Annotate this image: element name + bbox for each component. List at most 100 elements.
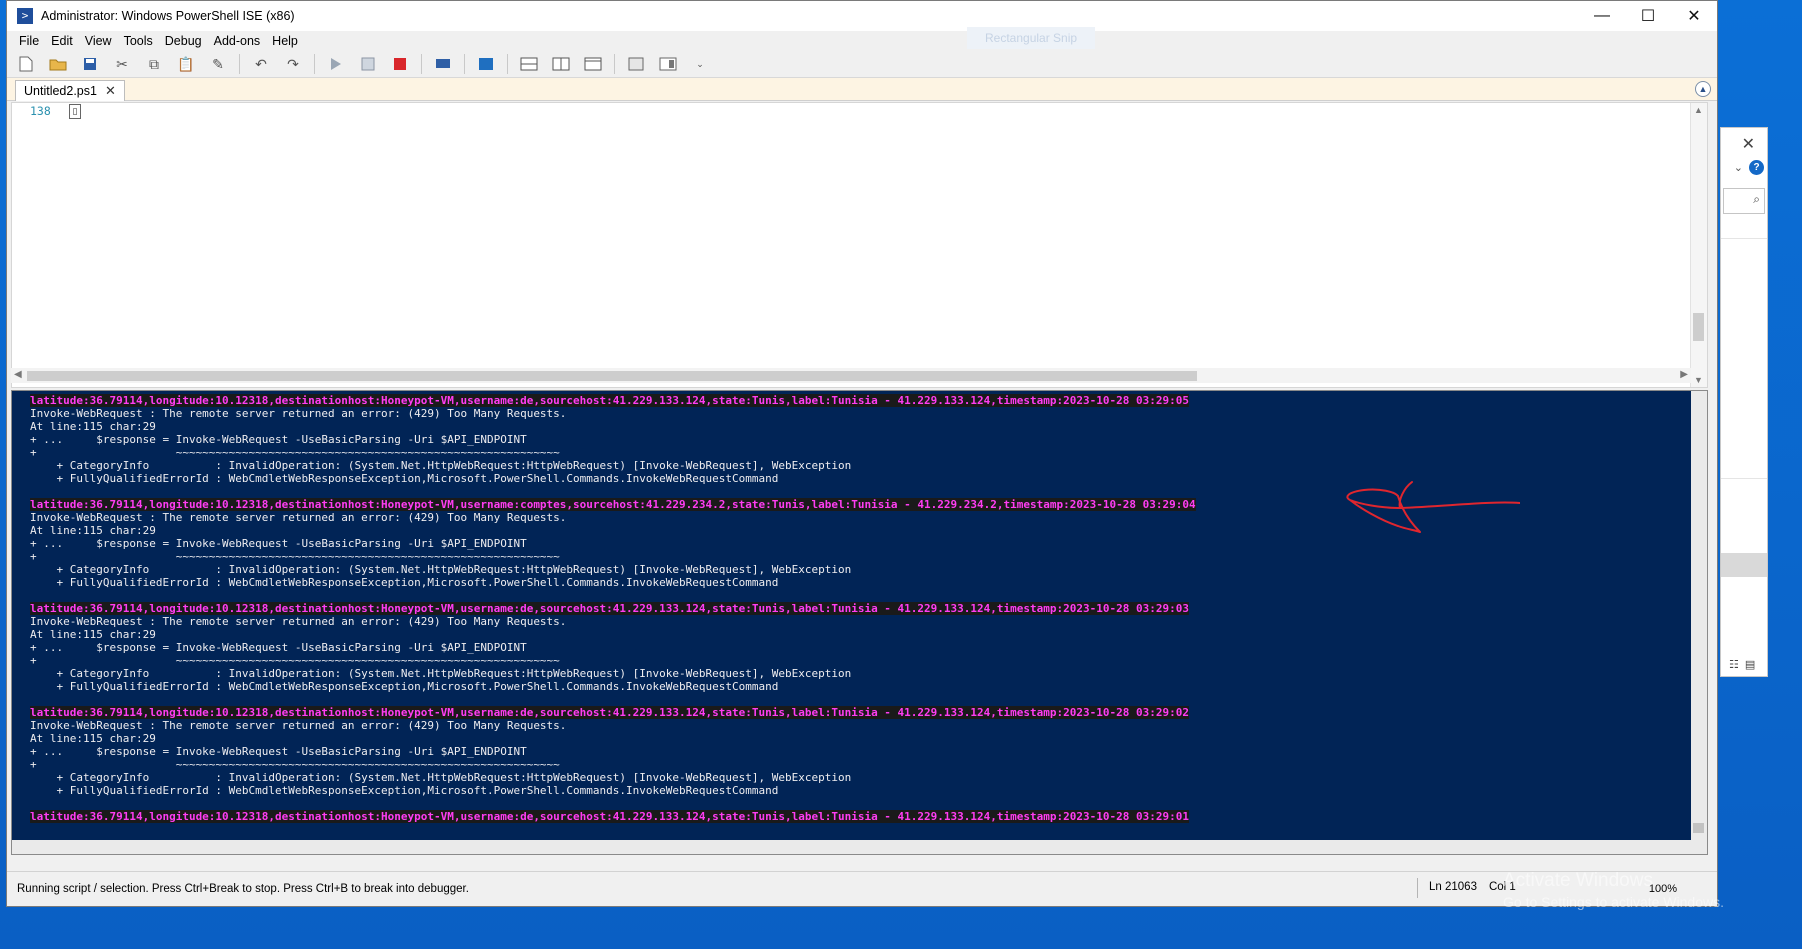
tab-close-icon[interactable]: ✕ bbox=[105, 81, 116, 101]
panel-search-input[interactable]: ⌕ bbox=[1723, 188, 1765, 214]
status-divider bbox=[1417, 878, 1418, 898]
side-panel-partial: ✕ ⌄ ? ⌕ ☷ ▤ bbox=[1720, 127, 1768, 677]
console-error-line: + ~~~~~~~~~~~~~~~~~~~~~~~~~~~~~~~~~~~~~~… bbox=[30, 758, 560, 771]
console-error-line: + ... $response = Invoke-WebRequest -Use… bbox=[30, 433, 527, 446]
layout-max-icon[interactable] bbox=[582, 53, 604, 75]
console-error-line: + FullyQualifiedErrorId : WebCmdletWebRe… bbox=[30, 472, 779, 485]
tab-untitled2[interactable]: Untitled2.ps1 ✕ bbox=[15, 80, 125, 101]
watermark-title: Activate Windows bbox=[1503, 870, 1653, 891]
console-error-line: + ~~~~~~~~~~~~~~~~~~~~~~~~~~~~~~~~~~~~~~… bbox=[30, 446, 560, 459]
toolbar-separator bbox=[239, 54, 240, 74]
clear-icon[interactable]: ✎ bbox=[207, 53, 229, 75]
script-editor[interactable]: 138 ▯ ▲ ▼ bbox=[11, 102, 1708, 388]
console-error-line: + FullyQualifiedErrorId : WebCmdletWebRe… bbox=[30, 784, 779, 797]
console-error-line: + CategoryInfo : InvalidOperation: (Syst… bbox=[30, 771, 852, 784]
paste-icon[interactable]: 📋 bbox=[175, 53, 197, 75]
detail-view-icon[interactable]: ▤ bbox=[1745, 658, 1755, 671]
status-bar: Running script / selection. Press Ctrl+B… bbox=[7, 871, 1717, 906]
console-pane[interactable]: latitude:36.79114,longitude:10.12318,des… bbox=[11, 390, 1708, 855]
maximize-button[interactable]: ☐ bbox=[1625, 1, 1671, 31]
editor-vertical-scrollbar[interactable]: ▲ ▼ bbox=[1690, 103, 1707, 387]
status-message: Running script / selection. Press Ctrl+B… bbox=[17, 883, 469, 895]
scroll-left-icon[interactable]: ◀ bbox=[14, 369, 22, 380]
panel-selected-row[interactable] bbox=[1721, 553, 1767, 577]
powershell-ise-icon: > bbox=[17, 8, 33, 24]
toolbar-separator bbox=[421, 54, 422, 74]
undo-icon[interactable]: ↶ bbox=[250, 53, 272, 75]
layout-right-icon[interactable] bbox=[550, 53, 572, 75]
editor-horizontal-scrollbar[interactable]: ◀ ▶ bbox=[11, 368, 1691, 383]
line-indicator: Ln 21063 bbox=[1429, 881, 1477, 893]
title-bar[interactable]: > Administrator: Windows PowerShell ISE … bbox=[7, 1, 1717, 31]
minimize-button[interactable]: — bbox=[1579, 1, 1625, 31]
stop-icon[interactable] bbox=[389, 53, 411, 75]
menu-help[interactable]: Help bbox=[266, 34, 304, 48]
menu-file[interactable]: File bbox=[13, 34, 45, 48]
console-error-line: At line:115 char:29 bbox=[30, 628, 156, 641]
copy-icon[interactable]: ⧉ bbox=[143, 53, 165, 75]
window-controls: — ☐ ✕ bbox=[1579, 1, 1717, 31]
menu-tools[interactable]: Tools bbox=[118, 34, 159, 48]
console-error-line: + CategoryInfo : InvalidOperation: (Syst… bbox=[30, 563, 852, 576]
watermark-subtitle: Go to Settings to activate Windows. bbox=[1503, 894, 1724, 910]
remote-icon[interactable] bbox=[432, 53, 454, 75]
panel-divider bbox=[1721, 238, 1767, 239]
panel-close-icon[interactable]: ✕ bbox=[1742, 134, 1755, 154]
powershell-icon[interactable] bbox=[475, 53, 497, 75]
editor-scroll-thumb[interactable] bbox=[1693, 313, 1704, 341]
new-icon[interactable] bbox=[15, 53, 37, 75]
text-caret-icon: ▯ bbox=[69, 104, 81, 119]
panel-view-icons: ☷ ▤ bbox=[1729, 658, 1755, 671]
console-error-line: At line:115 char:29 bbox=[30, 732, 156, 745]
console-event-line: latitude:36.79114,longitude:10.12318,des… bbox=[30, 706, 1189, 719]
panel-divider bbox=[1721, 478, 1767, 479]
console-scroll-thumb[interactable] bbox=[1693, 823, 1704, 833]
toolbar-separator bbox=[614, 54, 615, 74]
script-tab-strip: Untitled2.ps1 ✕ ▲ bbox=[7, 78, 1717, 101]
cut-icon[interactable]: ✂ bbox=[111, 53, 133, 75]
console-error-line: Invoke-WebRequest : The remote server re… bbox=[30, 719, 567, 732]
layout-top-icon[interactable] bbox=[518, 53, 540, 75]
red-arrow-annotation bbox=[1346, 481, 1520, 533]
console-event-line: latitude:36.79114,longitude:10.12318,des… bbox=[30, 810, 1189, 823]
console-event-line: latitude:36.79114,longitude:10.12318,des… bbox=[30, 602, 1189, 615]
console-error-line: + CategoryInfo : InvalidOperation: (Syst… bbox=[30, 667, 852, 680]
console-event-line: latitude:36.79114,longitude:10.12318,des… bbox=[30, 394, 1189, 407]
toolbar: ✂ ⧉ 📋 ✎ ↶ ↷ ⌄ bbox=[7, 51, 1717, 78]
run-selection-icon[interactable] bbox=[357, 53, 379, 75]
menu-debug[interactable]: Debug bbox=[159, 34, 208, 48]
console-error-line: + ~~~~~~~~~~~~~~~~~~~~~~~~~~~~~~~~~~~~~~… bbox=[30, 550, 560, 563]
menu-view[interactable]: View bbox=[79, 34, 118, 48]
list-view-icon[interactable]: ☷ bbox=[1729, 658, 1739, 671]
console-error-line: + ... $response = Invoke-WebRequest -Use… bbox=[30, 745, 527, 758]
help-icon[interactable]: ? bbox=[1749, 160, 1764, 175]
console-error-line: Invoke-WebRequest : The remote server re… bbox=[30, 615, 567, 628]
line-number: 138 bbox=[30, 104, 51, 118]
addon-icon[interactable] bbox=[657, 53, 679, 75]
run-icon[interactable] bbox=[325, 53, 347, 75]
snip-ghost-label: Rectangular Snip bbox=[967, 27, 1096, 49]
menu-edit[interactable]: Edit bbox=[45, 34, 79, 48]
chevron-down-icon[interactable]: ⌄ bbox=[1734, 161, 1743, 174]
menu-bar: File Edit View Tools Debug Add-ons Help bbox=[7, 31, 1717, 51]
show-commands-icon[interactable] bbox=[625, 53, 647, 75]
scroll-down-icon[interactable]: ▼ bbox=[1694, 375, 1703, 385]
editor-hscroll-thumb[interactable] bbox=[27, 371, 1197, 381]
menu-addons[interactable]: Add-ons bbox=[208, 34, 267, 48]
scroll-up-icon[interactable]: ▲ bbox=[1694, 105, 1703, 115]
collapse-script-pane-icon[interactable]: ▲ bbox=[1695, 81, 1711, 97]
save-icon[interactable] bbox=[79, 53, 101, 75]
toolbar-separator bbox=[507, 54, 508, 74]
open-icon[interactable] bbox=[47, 53, 69, 75]
redo-icon[interactable]: ↷ bbox=[282, 53, 304, 75]
console-error-line: + CategoryInfo : InvalidOperation: (Syst… bbox=[30, 459, 852, 472]
scroll-right-icon[interactable]: ▶ bbox=[1680, 369, 1688, 380]
console-horizontal-scrollbar[interactable] bbox=[12, 840, 1692, 854]
close-button[interactable]: ✕ bbox=[1671, 1, 1717, 31]
powershell-ise-window: > Administrator: Windows PowerShell ISE … bbox=[6, 0, 1718, 907]
overflow-icon[interactable]: ⌄ bbox=[689, 53, 711, 75]
activate-windows-watermark: Activate Windows Go to Settings to activ… bbox=[1503, 870, 1724, 910]
console-error-line: + ... $response = Invoke-WebRequest -Use… bbox=[30, 641, 527, 654]
console-vertical-scrollbar[interactable] bbox=[1691, 391, 1707, 854]
console-error-line: + ~~~~~~~~~~~~~~~~~~~~~~~~~~~~~~~~~~~~~~… bbox=[30, 654, 560, 667]
